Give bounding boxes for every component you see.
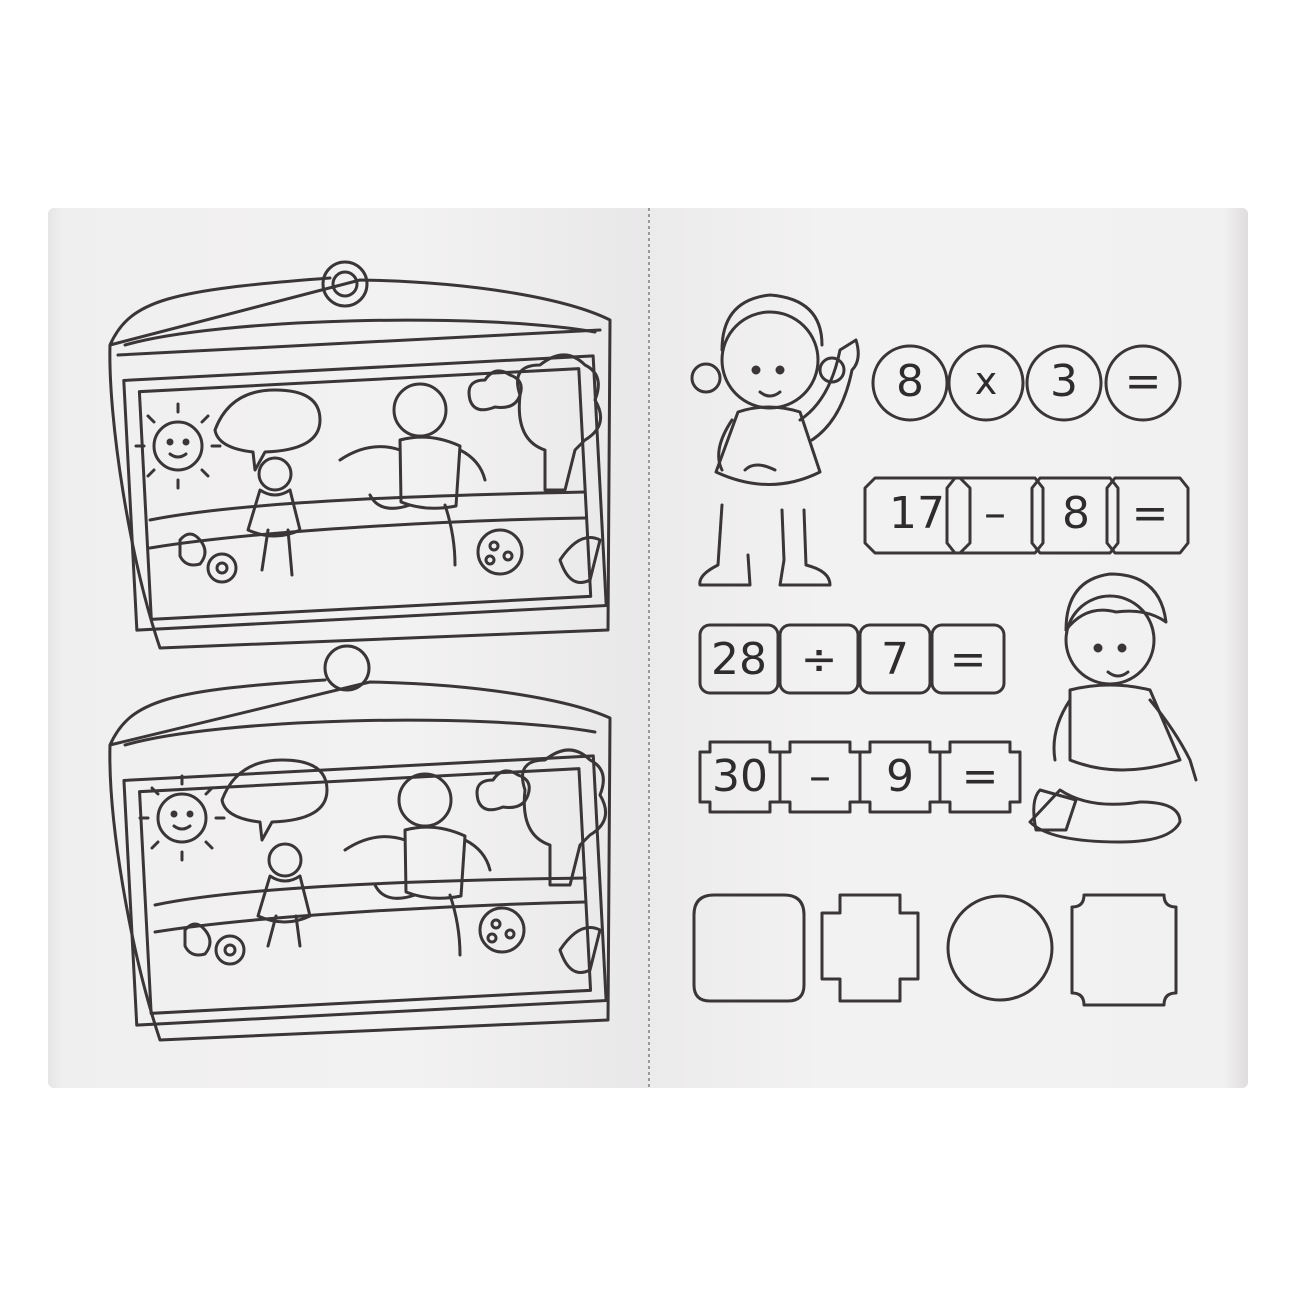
equation-4-operand-b: 9 [886, 751, 914, 802]
equation-4-operator: – [809, 751, 831, 802]
equation-2-operand-a: 17 [889, 488, 945, 539]
equation-1-equals: = [1124, 356, 1162, 407]
equation-3-operand-b: 7 [881, 634, 909, 685]
equation-1-operand-a: 8 [896, 356, 924, 407]
equation-3-equals: = [949, 634, 987, 685]
equation-1-operator: x [974, 359, 998, 403]
girl-waving [690, 293, 860, 587]
notched-square-shape [820, 893, 920, 1003]
equation-2-operator: – [984, 488, 1006, 539]
equation-3-operand-a: 28 [711, 634, 767, 685]
spot-the-difference-top [108, 260, 612, 650]
line-art [108, 260, 1198, 1042]
scalloped-square-shape [1070, 893, 1178, 1007]
equation-2-equals: = [1131, 488, 1169, 539]
equation-3-operator: ÷ [800, 634, 838, 685]
equation-2-operand-b: 8 [1062, 488, 1090, 539]
circle-shape [946, 894, 1054, 1002]
spot-the-difference-bottom [108, 644, 612, 1042]
answer-shapes [692, 893, 1178, 1007]
equation-1-operand-b: 3 [1050, 356, 1078, 407]
equation-4-operand-a: 30 [712, 751, 768, 802]
rounded-square-shape [692, 893, 806, 1003]
equation-4-equals: = [961, 751, 999, 802]
boy-sitting [1028, 572, 1198, 844]
